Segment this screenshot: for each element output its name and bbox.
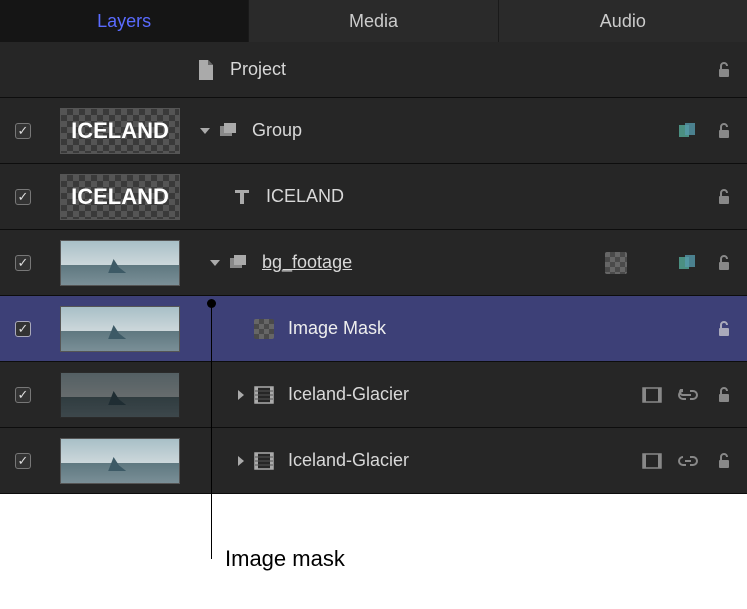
tab-label: Layers: [97, 11, 151, 32]
row-text-layer[interactable]: ICELAND ICELAND: [0, 164, 747, 230]
row-bg-footage[interactable]: bg_footage: [0, 230, 747, 296]
thumbnail: [60, 306, 180, 352]
thumb-col: ICELAND: [46, 174, 194, 220]
link-icon[interactable]: [677, 384, 699, 406]
row-clip-1[interactable]: Iceland-Glacier: [0, 362, 747, 428]
checkbox-col: [0, 321, 46, 337]
thumb-col: [46, 438, 194, 484]
lock-icon[interactable]: [713, 252, 735, 274]
thumbnail: [60, 372, 180, 418]
visibility-checkbox[interactable]: [15, 453, 31, 469]
row-right: [605, 252, 735, 274]
film-icon: [252, 384, 276, 406]
project-icon: [194, 59, 218, 81]
row-label: Iceland-Glacier: [288, 384, 409, 405]
group-icon: [226, 252, 250, 274]
row-right: [713, 186, 735, 208]
row-group[interactable]: ICELAND Group: [0, 98, 747, 164]
row-label: bg_footage: [262, 252, 352, 273]
layers-panel: Layers Media Audio Project: [0, 0, 747, 494]
thumbnail: [60, 438, 180, 484]
visibility-checkbox[interactable]: [15, 123, 31, 139]
row-right: [677, 120, 735, 142]
tab-audio[interactable]: Audio: [499, 0, 747, 42]
checkbox-col: [0, 123, 46, 139]
disclosure-triangle[interactable]: [230, 455, 252, 467]
visibility-checkbox[interactable]: [15, 189, 31, 205]
blend-mode-icon[interactable]: [677, 252, 699, 274]
lock-icon[interactable]: [713, 318, 735, 340]
checkbox-col: [0, 255, 46, 271]
row-main: Iceland-Glacier: [194, 384, 641, 406]
thumb-col: [46, 372, 194, 418]
lock-icon[interactable]: [713, 450, 735, 472]
row-clip-2[interactable]: Iceland-Glacier: [0, 428, 747, 494]
filmstrip-icon[interactable]: [641, 450, 663, 472]
thumb-text: ICELAND: [61, 109, 179, 153]
row-label: Image Mask: [288, 318, 386, 339]
row-label: Group: [252, 120, 302, 141]
tab-label: Media: [349, 11, 398, 32]
row-image-mask[interactable]: Image Mask: [0, 296, 747, 362]
checker-swatch: [254, 319, 274, 339]
thumbnail: ICELAND: [60, 108, 180, 154]
row-main: ICELAND: [194, 186, 713, 208]
checkbox-col: [0, 189, 46, 205]
row-label: ICELAND: [266, 186, 344, 207]
leader-line: [211, 303, 212, 559]
visibility-checkbox[interactable]: [15, 321, 31, 337]
row-right: [713, 318, 735, 340]
tab-label: Audio: [600, 11, 646, 32]
mask-indicator-icon[interactable]: [605, 252, 627, 274]
row-main: Group: [194, 120, 677, 142]
row-main: Project: [194, 59, 713, 81]
group-icon: [216, 120, 240, 142]
callout-label: Image mask: [225, 546, 345, 572]
thumb-col: ICELAND: [46, 108, 194, 154]
lock-icon[interactable]: [713, 120, 735, 142]
row-main: Image Mask: [194, 318, 713, 340]
tab-layers[interactable]: Layers: [0, 0, 249, 42]
row-label: Project: [230, 59, 286, 80]
row-right: [641, 450, 735, 472]
image-mask-icon: [252, 318, 276, 340]
row-right: [713, 59, 735, 81]
visibility-checkbox[interactable]: [15, 387, 31, 403]
film-icon: [252, 450, 276, 472]
lock-icon[interactable]: [713, 186, 735, 208]
filmstrip-icon[interactable]: [641, 384, 663, 406]
blend-mode-icon[interactable]: [677, 120, 699, 142]
thumb-text: ICELAND: [61, 175, 179, 219]
text-icon: [230, 186, 254, 208]
thumbnail: [60, 240, 180, 286]
row-project[interactable]: Project: [0, 42, 747, 98]
disclosure-triangle[interactable]: [194, 125, 216, 137]
link-icon[interactable]: [677, 450, 699, 472]
tab-bar: Layers Media Audio: [0, 0, 747, 42]
layer-rows: Project ICELAND: [0, 42, 747, 494]
disclosure-triangle[interactable]: [230, 389, 252, 401]
row-right: [641, 384, 735, 406]
row-main: Iceland-Glacier: [194, 450, 641, 472]
visibility-checkbox[interactable]: [15, 255, 31, 271]
thumb-col: [46, 240, 194, 286]
thumbnail: ICELAND: [60, 174, 180, 220]
checkbox-col: [0, 387, 46, 403]
lock-icon[interactable]: [713, 384, 735, 406]
thumb-col: [46, 306, 194, 352]
row-main: bg_footage: [194, 252, 605, 274]
callout: Image mask: [0, 494, 747, 589]
disclosure-triangle[interactable]: [204, 257, 226, 269]
lock-icon[interactable]: [713, 59, 735, 81]
checkbox-col: [0, 453, 46, 469]
row-label: Iceland-Glacier: [288, 450, 409, 471]
tab-media[interactable]: Media: [249, 0, 498, 42]
